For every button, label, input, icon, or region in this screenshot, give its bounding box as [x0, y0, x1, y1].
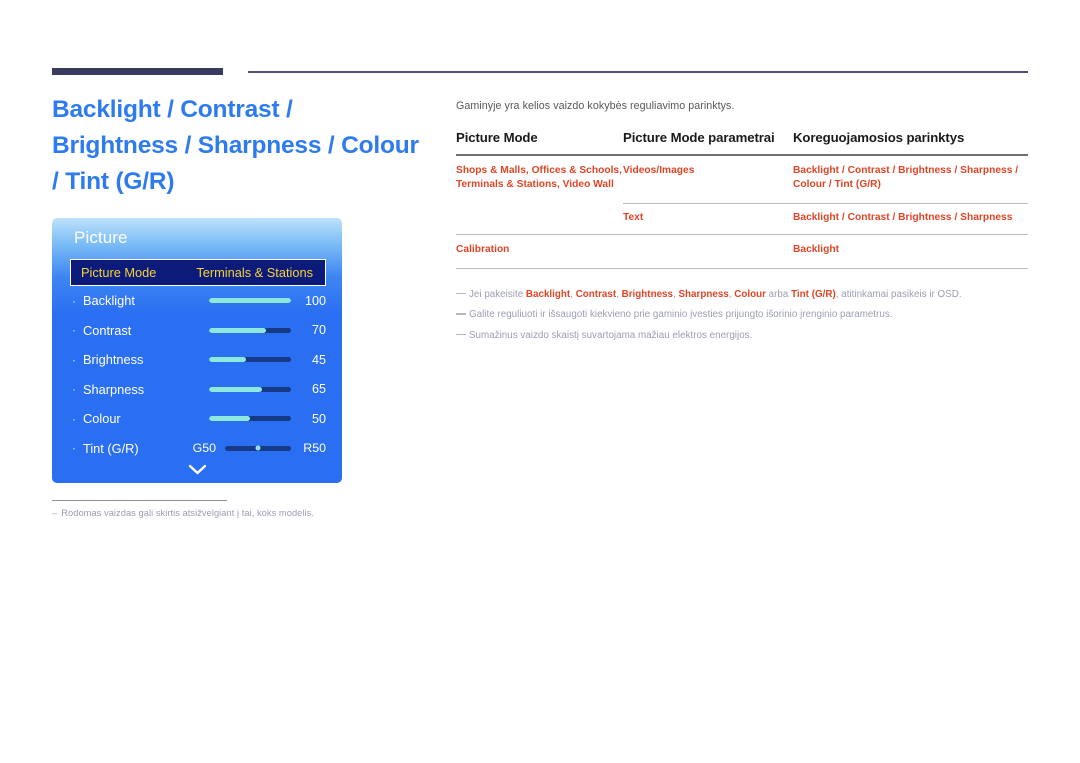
- dash-marker: [456, 313, 466, 315]
- left-footnote: – Rodomas vaizdas gali skirtis atsižvelgi…: [52, 508, 314, 518]
- osd-slider[interactable]: [209, 386, 291, 392]
- note-item: Sumažinus vaizdo skaistį suvartojama maž…: [456, 329, 1028, 342]
- osd-row-value: 100: [304, 293, 326, 308]
- bullet-icon: ·: [72, 352, 76, 367]
- osd-row-tint[interactable]: · Tint (G/R) G50 R50: [70, 434, 326, 464]
- table-row: Calibration Backlight: [456, 235, 1028, 268]
- slider-fill: [209, 327, 267, 333]
- osd-row-picture-mode[interactable]: Picture Mode Terminals & Stations: [70, 259, 326, 286]
- osd-picture-panel: Picture Picture Mode Terminals & Station…: [52, 218, 342, 483]
- right-column: Gaminyje yra kelios vaizdo kokybės regul…: [456, 100, 1028, 349]
- osd-tint-right-value: R50: [303, 441, 326, 456]
- left-note-divider: [52, 500, 227, 502]
- left-footnote-text: Rodomas vaizdas gali skirtis atsižvelgia…: [61, 508, 314, 518]
- page-title: Backlight / Contrast / Brightness / Shar…: [52, 96, 419, 195]
- dash-marker: [456, 292, 466, 295]
- table-cell-mode: Calibration: [456, 244, 510, 256]
- osd-row-sharpness[interactable]: · Sharpness 65: [70, 375, 326, 405]
- osd-row-label: Brightness: [83, 352, 144, 368]
- osd-row-brightness[interactable]: · Brightness 45: [70, 345, 326, 375]
- slider-fill: [209, 386, 263, 392]
- osd-row-value: 50: [311, 411, 326, 426]
- notes-list: Jei pakeisite Backlight, Contrast, Brigh…: [456, 288, 1028, 342]
- table-cell-mode: Shops & Malls, Offices & Schools, Termin…: [456, 164, 622, 191]
- osd-row-label: Colour: [83, 411, 121, 427]
- slider-fill: [209, 357, 246, 363]
- table-cell-options: Backlight / Contrast / Brightness / Shar…: [793, 211, 1013, 223]
- note-text: Galite reguliuoti ir išsaugoti kiekvieno…: [469, 309, 893, 321]
- osd-slider[interactable]: [209, 416, 291, 422]
- intro-text: Gaminyje yra kelios vaizdo kokybės regul…: [456, 100, 735, 112]
- osd-row-value: 65: [311, 382, 326, 397]
- osd-row-label: Backlight: [83, 293, 135, 309]
- header-rule-thin: [248, 71, 1028, 73]
- osd-picture-mode-value: Terminals & Stations: [196, 265, 313, 280]
- osd-row-label: Sharpness: [83, 381, 145, 397]
- osd-slider[interactable]: [209, 357, 291, 363]
- osd-slider-rows: · Backlight 100 · Contrast 70 · Brightness 45 · Sh…: [70, 286, 326, 434]
- osd-row-contrast[interactable]: · Contrast 70: [70, 316, 326, 346]
- table-row: Text Backlight / Contrast / Brightness /…: [456, 204, 1028, 235]
- table-cell-parameter: Text: [623, 211, 644, 223]
- table-header-picture-mode: Picture Mode: [456, 130, 538, 145]
- table-header-row: Picture Mode Picture Mode parametrai Kor…: [456, 130, 1028, 154]
- note-item: Galite reguliuoti ir išsaugoti kiekvieno…: [456, 308, 1028, 321]
- slider-knob[interactable]: [255, 445, 261, 451]
- table-bottom-divider: [456, 267, 1028, 269]
- dash-marker: [456, 333, 466, 336]
- osd-slider[interactable]: [209, 327, 291, 333]
- note-text: Sumažinus vaizdo skaistį suvartojama maž…: [469, 329, 753, 341]
- osd-slider[interactable]: [209, 298, 291, 304]
- page-root: Backlight / Contrast / Brightness / Shar…: [0, 0, 1080, 763]
- bullet-icon: ·: [72, 293, 76, 308]
- table-cell-options: Backlight / Contrast / Brightness / Shar…: [793, 164, 1019, 191]
- osd-row-backlight[interactable]: · Backlight 100: [70, 286, 326, 316]
- osd-tint-left-value: G50: [192, 441, 216, 456]
- table-cell-parameter: [623, 243, 793, 258]
- osd-row-label: Contrast: [83, 322, 132, 338]
- chevron-down-icon: [188, 464, 206, 475]
- bullet-icon: ·: [72, 382, 76, 397]
- osd-picture-mode-label: Picture Mode: [81, 265, 157, 280]
- slider-fill: [209, 416, 250, 422]
- osd-row-list: Picture Mode Terminals & Stations · Backl…: [70, 259, 326, 463]
- bullet-icon: ·: [72, 441, 76, 456]
- table-cell-mode: [456, 211, 623, 226]
- osd-scroll-down[interactable]: [52, 464, 342, 475]
- osd-tint-label: Tint (G/R): [83, 440, 139, 456]
- bullet-icon: ·: [72, 323, 76, 338]
- table-cell-parameter: Videos/Images: [623, 164, 695, 176]
- osd-title: Picture: [74, 228, 128, 247]
- osd-tint-slider[interactable]: [225, 445, 291, 451]
- slider-fill: [209, 298, 291, 304]
- osd-row-value: 45: [311, 352, 326, 367]
- table-header-parameters: Picture Mode parametrai: [623, 130, 775, 145]
- note-text: Jei pakeisite Backlight, Contrast, Brigh…: [469, 288, 962, 300]
- note-item: Jei pakeisite Backlight, Contrast, Brigh…: [456, 288, 1028, 301]
- dash-marker: –: [52, 508, 58, 518]
- left-column: Backlight / Contrast / Brightness / Shar…: [52, 92, 432, 236]
- table-header-adjustable: Koreguojamosios parinktys: [793, 130, 965, 145]
- osd-row-value: 70: [311, 323, 326, 338]
- osd-row-colour[interactable]: · Colour 50: [70, 404, 326, 434]
- table-row: Shops & Malls, Offices & Schools, Termin…: [456, 156, 1028, 203]
- bullet-icon: ·: [72, 411, 76, 426]
- header-rule-thick: [52, 68, 223, 75]
- picture-mode-table: Picture Mode Picture Mode parametrai Kor…: [456, 130, 1028, 269]
- table-cell-options: Backlight: [793, 244, 840, 256]
